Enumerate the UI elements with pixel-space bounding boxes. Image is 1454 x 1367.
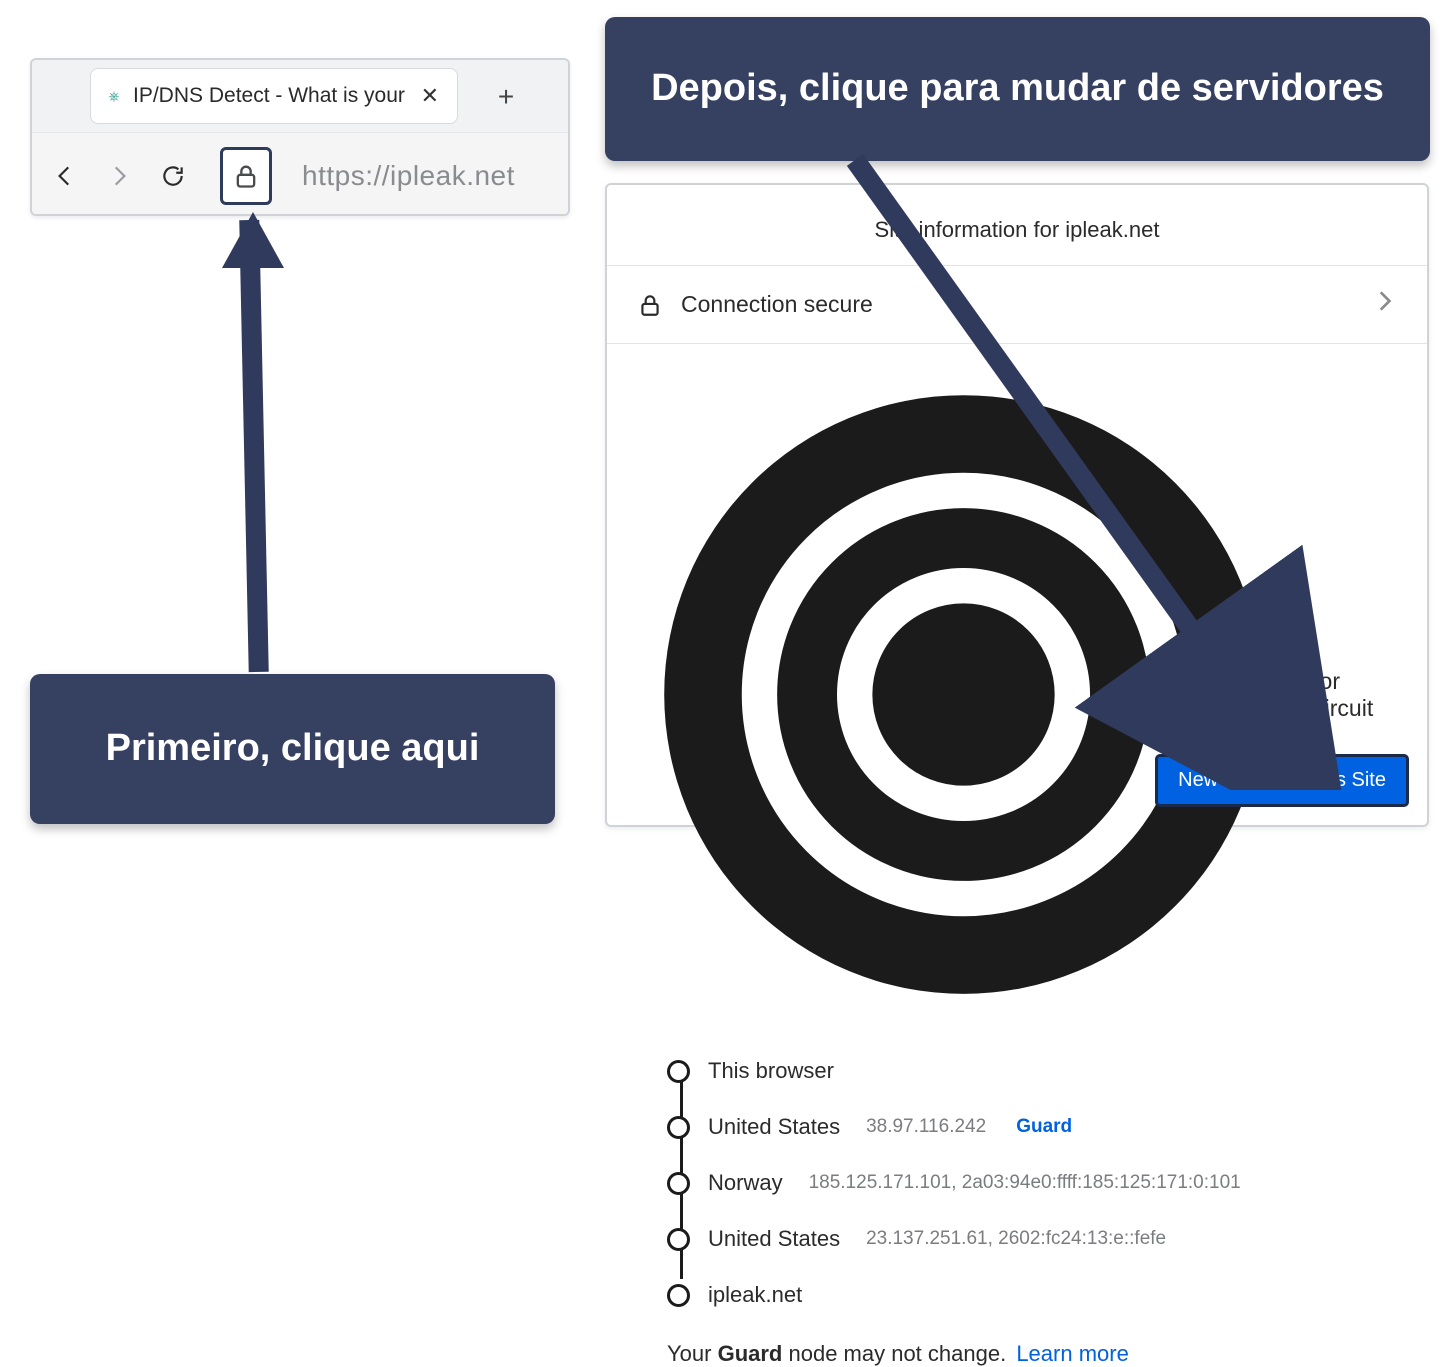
toolbar: https://ipleak.net (32, 132, 568, 216)
url-bar-text[interactable]: https://ipleak.net (302, 160, 515, 192)
circuit-node-label: ipleak.net (708, 1282, 802, 1308)
browser-tab[interactable]: ⎈ IP/DNS Detect - What is your IP, ✕ (90, 68, 458, 124)
nav-back-button[interactable] (50, 161, 80, 191)
circuit-node-ip: 38.97.116.242 (866, 1116, 986, 1138)
annotation-text: Primeiro, clique aqui (106, 725, 480, 773)
tor-circuit-header: Tor Circuit (637, 368, 1397, 1021)
circuit-node: Norway 185.125.171.101, 2a03:94e0:ffff:1… (667, 1155, 1397, 1211)
annotation-arrow (239, 220, 268, 672)
circuit-node-label: This browser (708, 1058, 834, 1084)
site-identity-lock-button[interactable] (220, 147, 272, 205)
annotation-callout-second: Depois, clique para mudar de servidores (605, 17, 1430, 161)
circuit-dot-icon (667, 1116, 690, 1139)
site-info-header: Site information for ipleak.net (607, 217, 1427, 265)
annotation-arrow-head-icon (222, 212, 284, 268)
lock-icon (637, 292, 663, 318)
new-circuit-button[interactable]: New Circuit for this Site (1155, 754, 1409, 807)
new-tab-button[interactable]: + (486, 77, 526, 117)
nav-forward-button[interactable] (104, 161, 134, 191)
circuit-node-label: Norway (708, 1170, 783, 1196)
connection-secure-label: Connection secure (681, 291, 873, 318)
connection-secure-row[interactable]: Connection secure (607, 265, 1427, 343)
circuit-node: United States 23.137.251.61, 2602:fc24:1… (667, 1211, 1397, 1267)
circuit-node-label: United States (708, 1114, 840, 1140)
guard-note-text: node may not change. (782, 1341, 1012, 1366)
circuit-dot-icon (667, 1172, 690, 1195)
chevron-right-icon (1371, 288, 1397, 321)
annotation-text: Depois, clique para mudar de servidores (651, 65, 1384, 113)
tab-title: IP/DNS Detect - What is your IP, (133, 84, 407, 108)
annotation-callout-first: Primeiro, clique aqui (30, 674, 555, 824)
browser-toolbar-panel: ⎈ IP/DNS Detect - What is your IP, ✕ + h… (30, 58, 570, 216)
tab-strip: ⎈ IP/DNS Detect - What is your IP, ✕ + (32, 60, 568, 132)
circuit-node: United States 38.97.116.242 Guard (667, 1099, 1397, 1155)
circuit-node-label: United States (708, 1226, 840, 1252)
guard-note-text: Your (667, 1341, 718, 1366)
circuit-list: This browser United States 38.97.116.242… (667, 1039, 1397, 1323)
circuit-dot-icon (667, 1228, 690, 1251)
tor-circuit-label: Tor Circuit (1308, 668, 1397, 722)
circuit-node-ip: 23.137.251.61, 2602:fc24:13:e::fefe (866, 1228, 1166, 1250)
learn-more-link[interactable]: Learn more (1016, 1341, 1129, 1366)
reload-button[interactable] (158, 161, 188, 191)
site-information-panel: Site information for ipleak.net Connecti… (605, 183, 1429, 827)
tab-close-icon[interactable]: ✕ (417, 83, 443, 109)
circuit-node-ip: 185.125.171.101, 2a03:94e0:ffff:185:125:… (809, 1172, 1241, 1194)
tor-circuit-icon (637, 368, 1290, 1021)
guard-note-bold: Guard (718, 1341, 783, 1366)
circuit-node: ipleak.net (667, 1267, 1397, 1323)
favicon-icon: ⎈ (105, 87, 123, 105)
lock-icon (232, 162, 260, 190)
guard-tag: Guard (1016, 1116, 1072, 1138)
circuit-dot-icon (667, 1284, 690, 1307)
tor-circuit-section: Tor Circuit This browser United States 3… (607, 343, 1427, 1367)
guard-note: Your Guard node may not change. Learn mo… (667, 1341, 1397, 1367)
circuit-dot-icon (667, 1060, 690, 1083)
circuit-node: This browser (667, 1043, 1397, 1099)
